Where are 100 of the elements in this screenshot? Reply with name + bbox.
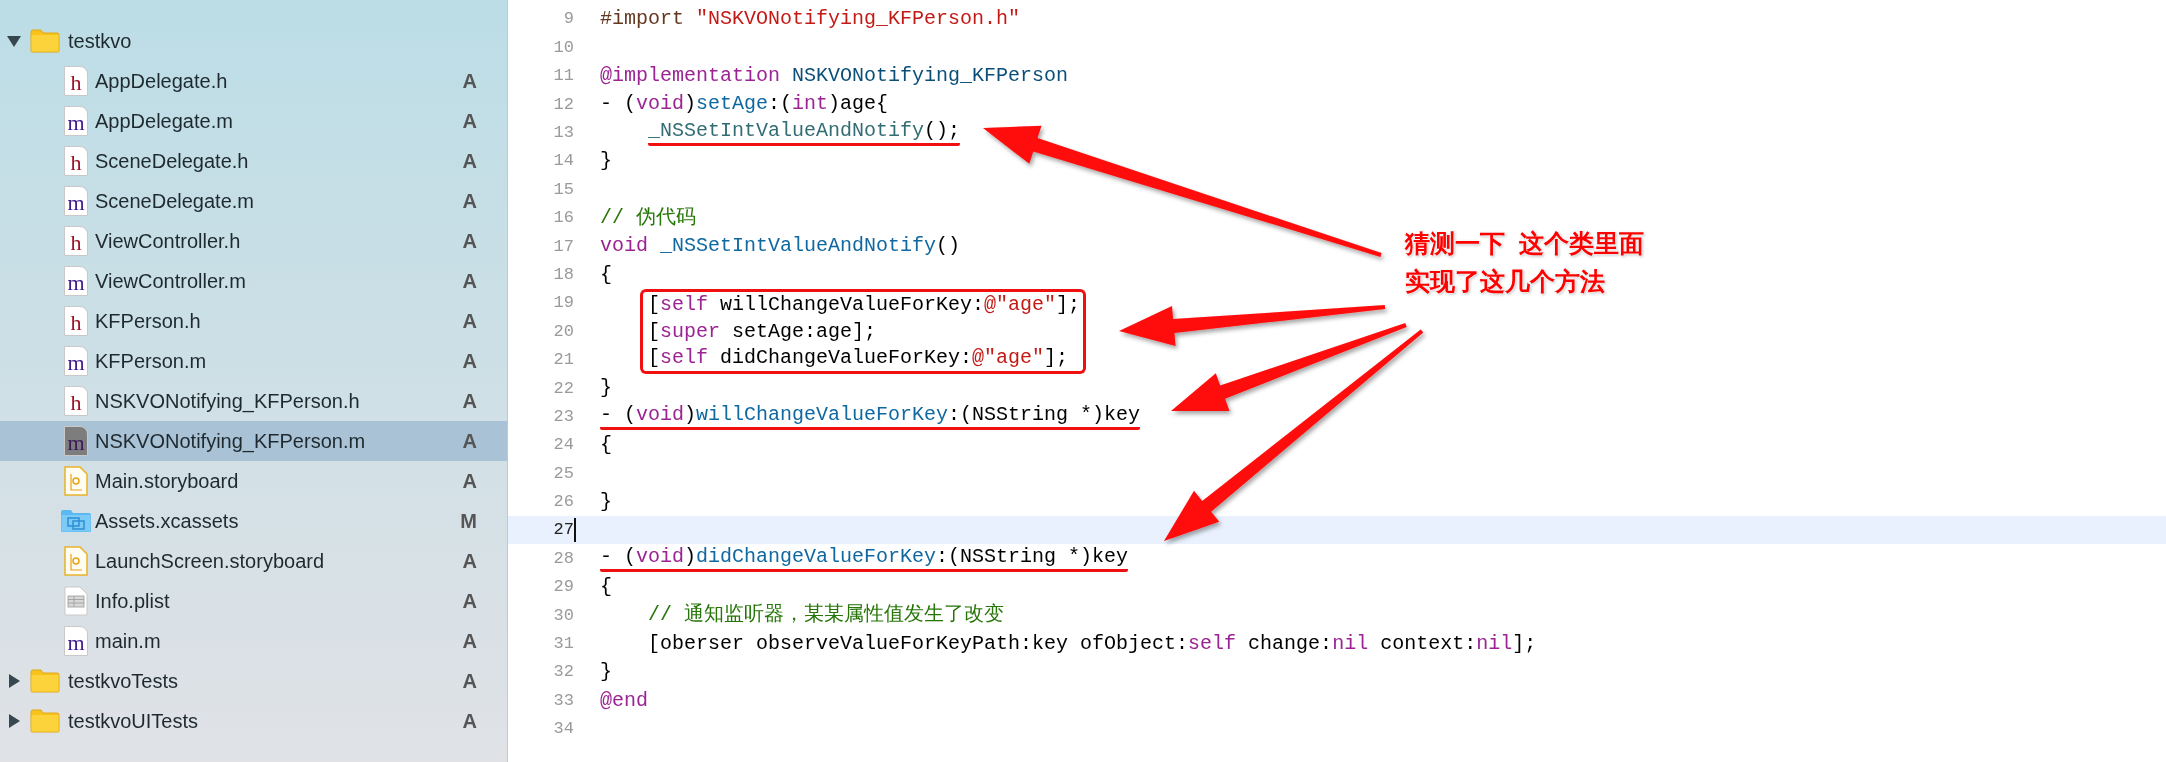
file-row[interactable]: m ViewController.m A <box>0 261 507 301</box>
code-line: { <box>600 432 612 459</box>
file-row[interactable]: Assets.xcassets M <box>0 501 507 541</box>
disclosure-triangle-icon[interactable] <box>6 713 22 729</box>
file-row[interactable]: h SceneDelegate.h A <box>0 141 507 181</box>
line-number: 14 <box>552 150 574 173</box>
status-letter: A <box>462 349 477 374</box>
file-name: KFPerson.h <box>95 309 201 334</box>
folder-icon <box>30 29 60 53</box>
line-number: 12 <box>552 93 574 116</box>
callout-text: 实现了这几个方法 <box>1405 266 1606 297</box>
file-row[interactable]: m AppDelegate.m A <box>0 101 507 141</box>
status-letter: A <box>462 269 477 294</box>
code-line: // 通知监听器，某某属性值发生了改变 <box>648 602 1004 629</box>
line-number: 27 <box>552 519 574 542</box>
status-letter: A <box>462 429 477 454</box>
code-line: // 伪代码 <box>600 204 696 231</box>
status-letter: A <box>462 309 477 334</box>
line-number: 26 <box>552 491 574 514</box>
disclosure-triangle-icon[interactable] <box>6 673 22 689</box>
code-line: _NSSetIntValueAndNotify(); <box>648 119 961 146</box>
line-number: 18 <box>552 263 574 286</box>
source-file-icon: m <box>64 106 88 136</box>
line-number: 21 <box>552 349 574 372</box>
code-line: [self didChangeValueForKey:@"age"]; <box>640 345 1087 375</box>
line-number: 33 <box>552 689 574 712</box>
file-row[interactable]: Main.storyboard A <box>0 461 507 501</box>
storyboard-file-icon <box>64 546 88 576</box>
folder-name: testkvoUITests <box>68 709 199 734</box>
file-name: main.m <box>95 629 161 654</box>
file-name: Assets.xcassets <box>95 509 239 534</box>
status-letter: A <box>462 189 477 214</box>
folder-icon <box>30 709 60 733</box>
plist-file-icon <box>64 586 88 616</box>
code-line: } <box>600 375 612 402</box>
line-number: 24 <box>552 434 574 457</box>
callout-text: 猜测一下 这个类里面 <box>1405 228 1644 259</box>
file-row[interactable]: Info.plist A <box>0 581 507 621</box>
line-number: 11 <box>552 65 574 88</box>
status-letter: A <box>462 229 477 254</box>
code-line: - (void)willChangeValueForKey:(NSString *)key <box>600 403 1141 430</box>
status-letter: A <box>462 109 477 134</box>
line-number: 20 <box>552 320 574 343</box>
folder-name: testkvo <box>68 29 132 54</box>
storyboard-file-icon <box>64 466 88 496</box>
code-line: - (void)setAge:(int)age{ <box>600 91 889 118</box>
line-number: 16 <box>552 207 574 230</box>
line-number: 22 <box>552 377 574 400</box>
code-line: #import "NSKVONotifying_KFPerson.h" <box>600 6 1021 33</box>
code-line: - (void)didChangeValueForKey:(NSString *)key <box>600 545 1129 572</box>
line-number: 32 <box>552 661 574 684</box>
file-row[interactable]: m KFPerson.m A <box>0 341 507 381</box>
file-row[interactable]: h NSKVONotifying_KFPerson.h A <box>0 381 507 421</box>
file-name: SceneDelegate.h <box>95 149 249 174</box>
line-number: 17 <box>552 235 574 258</box>
folder-row[interactable]: testkvoTests A <box>0 661 507 701</box>
folder-row[interactable]: testkvo <box>0 21 507 61</box>
line-number: 34 <box>552 718 574 741</box>
folder-name: testkvoTests <box>68 669 179 694</box>
file-row[interactable]: m SceneDelegate.m A <box>0 181 507 221</box>
file-row[interactable]: h KFPerson.h A <box>0 301 507 341</box>
line-number: 10 <box>552 36 574 59</box>
file-row[interactable]: h AppDelegate.h A <box>0 61 507 101</box>
header-file-icon: h <box>64 146 88 176</box>
line-number: 28 <box>552 547 574 570</box>
code-line: [super setAge:age]; <box>640 317 1087 346</box>
status-letter: A <box>462 69 477 94</box>
file-row[interactable]: m main.m A <box>0 621 507 661</box>
file-name: KFPerson.m <box>95 349 207 374</box>
line-number: 13 <box>552 122 574 144</box>
code-line: { <box>600 574 612 600</box>
line-number: 29 <box>552 576 574 599</box>
status-letter: A <box>462 469 477 494</box>
status-letter: A <box>462 549 477 574</box>
source-file-icon: m <box>64 426 88 456</box>
status-letter: A <box>462 389 477 414</box>
line-number: 25 <box>552 462 574 485</box>
file-name: NSKVONotifying_KFPerson.h <box>95 389 360 415</box>
status-letter: A <box>462 629 477 654</box>
source-file-icon: m <box>64 346 88 376</box>
code-line: @implementation NSKVONotifying_KFPerson <box>600 63 1069 89</box>
text-cursor <box>574 518 576 543</box>
file-row[interactable]: m NSKVONotifying_KFPerson.m A <box>0 421 507 461</box>
file-name: SceneDelegate.m <box>95 189 254 214</box>
source-file-icon: m <box>64 266 88 296</box>
header-file-icon: h <box>64 306 88 336</box>
file-row[interactable]: LaunchScreen.storyboard A <box>0 541 507 581</box>
status-letter: A <box>462 149 477 174</box>
folder-row[interactable]: testkvoUITests A <box>0 701 507 741</box>
code-line: { <box>600 261 612 288</box>
source-file-icon: m <box>64 626 88 656</box>
file-name: ViewController.h <box>95 229 241 254</box>
header-file-icon: h <box>64 226 88 256</box>
file-name: Info.plist <box>95 589 170 614</box>
line-number: 15 <box>552 178 574 201</box>
file-name: AppDelegate.h <box>95 69 228 94</box>
code-line: } <box>600 659 612 686</box>
header-file-icon: h <box>64 66 88 96</box>
file-row[interactable]: h ViewController.h A <box>0 221 507 261</box>
disclosure-triangle-icon[interactable] <box>6 33 22 49</box>
